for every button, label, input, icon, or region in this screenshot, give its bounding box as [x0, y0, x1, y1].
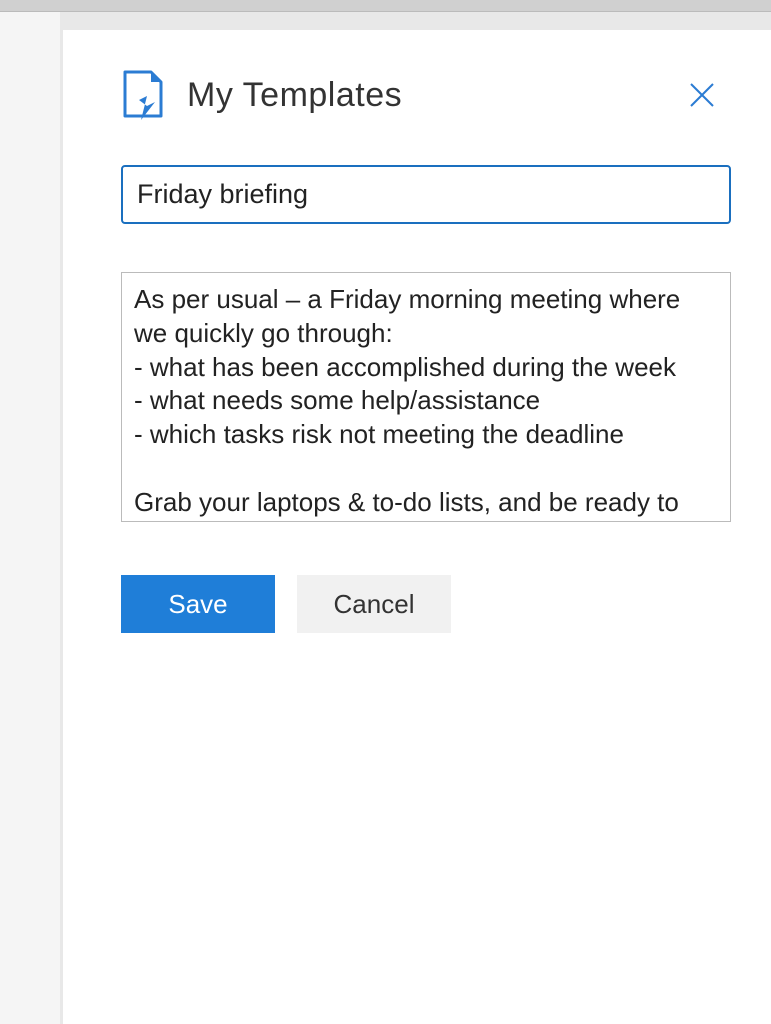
save-button[interactable]: Save — [121, 575, 275, 633]
button-row: Save Cancel — [121, 575, 731, 633]
close-icon — [688, 81, 716, 109]
panel-title: My Templates — [187, 76, 402, 115]
cancel-button[interactable]: Cancel — [297, 575, 451, 633]
template-file-icon — [121, 70, 165, 120]
template-title-input[interactable] — [121, 165, 731, 224]
templates-panel: My Templates Save Cancel — [63, 30, 771, 1024]
background-sidebar — [0, 0, 60, 1024]
template-body-textarea[interactable] — [121, 272, 731, 522]
close-button[interactable] — [688, 81, 716, 109]
header-left: My Templates — [121, 70, 402, 120]
background-topbar — [0, 0, 771, 12]
panel-header: My Templates — [121, 70, 731, 120]
